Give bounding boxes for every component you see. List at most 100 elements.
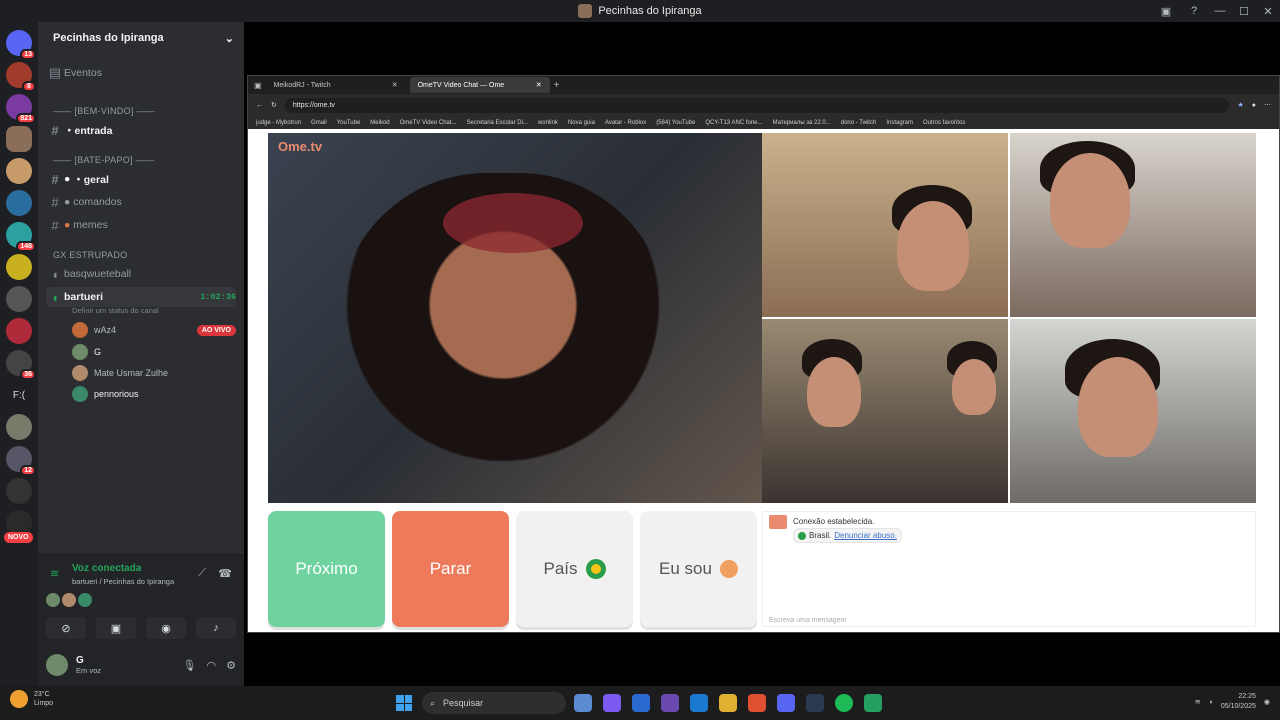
- gear-icon[interactable]: ⚙: [226, 659, 236, 672]
- bookmark-item[interactable]: Gmail: [311, 120, 327, 126]
- outlook-icon[interactable]: [690, 694, 708, 712]
- server-icon[interactable]: [6, 254, 32, 280]
- app-icon[interactable]: [574, 694, 592, 712]
- bookmark-item[interactable]: Secretaria Escolar Di...: [467, 120, 528, 126]
- url-field[interactable]: https://ome.tv: [284, 97, 1230, 113]
- soundboard-icon[interactable]: ♪: [196, 617, 236, 639]
- category-gx[interactable]: GX ESTRUPADO: [53, 250, 127, 260]
- noise-suppression-icon[interactable]: ⟋: [198, 567, 206, 580]
- gender-button[interactable]: Eu sou: [640, 511, 757, 627]
- activity-icon[interactable]: ◉: [146, 617, 186, 639]
- close-button[interactable]: ✕: [1256, 0, 1280, 22]
- bookmark-item[interactable]: Nova guia: [568, 120, 595, 126]
- bookmark-item[interactable]: QCY-T13 ANC fone...: [705, 120, 762, 126]
- report-abuse-link[interactable]: Denunciar abuso.: [834, 529, 897, 542]
- country-button[interactable]: País: [516, 511, 633, 627]
- channel-status-hint[interactable]: Definir um status do canal: [72, 306, 159, 315]
- text-server-icon[interactable]: F:(: [6, 382, 32, 408]
- category-welcome[interactable]: —— [BEM-VINDO] ——: [53, 106, 155, 116]
- tab-twitch[interactable]: MeikodRJ - Twitch ✕: [266, 77, 406, 93]
- server-icon[interactable]: 148: [6, 222, 36, 252]
- voice-user[interactable]: wAz4 AO VIVO: [72, 320, 236, 340]
- bookmark-item[interactable]: Материалы за 22.0...: [773, 120, 831, 126]
- weather-widget[interactable]: 23°C Limpo: [10, 690, 53, 708]
- bookmark-item[interactable]: Meikod: [370, 120, 389, 126]
- active-server-icon[interactable]: [6, 126, 32, 152]
- clock[interactable]: 22:25 05/10/2025: [1221, 692, 1256, 712]
- profile-icon[interactable]: ●: [1252, 102, 1256, 109]
- channel-entrada[interactable]: # ・entrada: [46, 120, 236, 140]
- bookmark-item[interactable]: Instagram: [886, 120, 913, 126]
- camera-off-icon[interactable]: ⊘: [46, 617, 86, 639]
- server-icon[interactable]: [6, 190, 32, 216]
- new-tab-button[interactable]: +: [554, 80, 560, 91]
- avatar[interactable]: [46, 654, 68, 676]
- bookmark-star-icon[interactable]: ★: [1237, 101, 1243, 109]
- volume-icon[interactable]: ◖: [1209, 699, 1213, 706]
- notification-icon[interactable]: ◉: [1264, 698, 1270, 706]
- server-icon[interactable]: [6, 414, 32, 440]
- taskbar-search[interactable]: ⌕ Pesquisar: [422, 692, 566, 714]
- server-icon[interactable]: 36: [6, 350, 36, 380]
- bookmark-item[interactable]: Outros favoritos: [923, 120, 965, 126]
- bookmark-item[interactable]: judge - Mybotrun: [256, 120, 301, 126]
- voice-user[interactable]: Mate Usmar Zulhe: [72, 363, 236, 383]
- server-icon[interactable]: [6, 286, 32, 312]
- discord-icon[interactable]: [777, 694, 795, 712]
- wifi-icon[interactable]: ≋: [1195, 698, 1201, 706]
- voice-channel-bartueri[interactable]: ◖ bartueri 1:02:36: [46, 287, 236, 307]
- screen-share-icon[interactable]: ▣: [96, 617, 136, 639]
- maximize-button[interactable]: ☐: [1232, 0, 1256, 22]
- server-icon[interactable]: [6, 158, 32, 184]
- start-button[interactable]: [396, 695, 412, 711]
- steam-icon[interactable]: [806, 694, 824, 712]
- voice-user[interactable]: G: [72, 342, 236, 362]
- chevron-down-icon: ⌄: [224, 32, 234, 45]
- browser-window: ▣ MeikodRJ - Twitch ✕ OmeTV Video Chat — …: [247, 75, 1280, 633]
- inbox-icon[interactable]: ▣: [1152, 0, 1180, 22]
- channel-memes[interactable]: # ● memes: [46, 215, 236, 235]
- close-tab-icon[interactable]: ✕: [392, 81, 398, 89]
- voice-channel-basq[interactable]: ◖ basqwueteball: [46, 264, 236, 284]
- disconnect-icon[interactable]: ☎: [218, 567, 232, 580]
- brave-icon[interactable]: [748, 694, 766, 712]
- voice-connected-label[interactable]: Voz conectada: [72, 563, 141, 574]
- chat-input[interactable]: Escreva uma mensagem: [769, 617, 846, 624]
- server-icon[interactable]: 8: [6, 62, 36, 92]
- bookmark-item[interactable]: (584) YouTube: [656, 120, 695, 126]
- microphone-icon[interactable]: 🎙: [183, 659, 197, 672]
- server-header[interactable]: Pecinhas do Ipiranga ⌄: [38, 22, 244, 54]
- channel-geral[interactable]: # ● ・geral: [46, 169, 236, 189]
- category-chat[interactable]: —— [BATE-PAPO] ——: [53, 155, 154, 165]
- spotify-icon[interactable]: [835, 694, 853, 712]
- voice-user[interactable]: pennorious: [72, 384, 236, 404]
- stop-button[interactable]: Parar: [392, 511, 509, 627]
- file-explorer-icon[interactable]: [719, 694, 737, 712]
- bookmark-item[interactable]: YouTube: [337, 120, 361, 126]
- minimize-button[interactable]: —: [1208, 0, 1232, 22]
- menu-icon[interactable]: ⋯: [1264, 101, 1271, 109]
- reload-icon[interactable]: ↻: [271, 101, 277, 109]
- tab-ometv[interactable]: OmeTV Video Chat — Ome ✕: [409, 77, 550, 93]
- whatsapp-icon[interactable]: [864, 694, 882, 712]
- bookmark-item[interactable]: wonlink: [538, 120, 558, 126]
- next-button[interactable]: Próximo: [268, 511, 385, 627]
- server-icon[interactable]: 12: [6, 446, 36, 476]
- close-tab-icon[interactable]: ✕: [536, 81, 542, 89]
- app-icon[interactable]: [632, 694, 650, 712]
- headphones-icon[interactable]: ◠: [207, 659, 217, 672]
- server-icon[interactable]: 821: [6, 94, 36, 124]
- discord-home-icon[interactable]: 13: [6, 30, 36, 60]
- events-item[interactable]: ▤ Eventos: [46, 63, 236, 83]
- bookmark-item[interactable]: Avatar - Roblox: [605, 120, 646, 126]
- app-icon[interactable]: [603, 694, 621, 712]
- app-icon[interactable]: [661, 694, 679, 712]
- tab-list-icon[interactable]: ▣: [254, 81, 262, 90]
- bookmark-item[interactable]: dono - Twitch: [841, 120, 877, 126]
- server-icon[interactable]: [6, 478, 32, 504]
- channel-comandos[interactable]: # ● comandos: [46, 192, 236, 212]
- server-icon[interactable]: [6, 318, 32, 344]
- bookmark-item[interactable]: OmeTV Video Chat...: [400, 120, 457, 126]
- help-icon[interactable]: ?: [1180, 0, 1208, 22]
- back-icon[interactable]: ←: [256, 102, 263, 109]
